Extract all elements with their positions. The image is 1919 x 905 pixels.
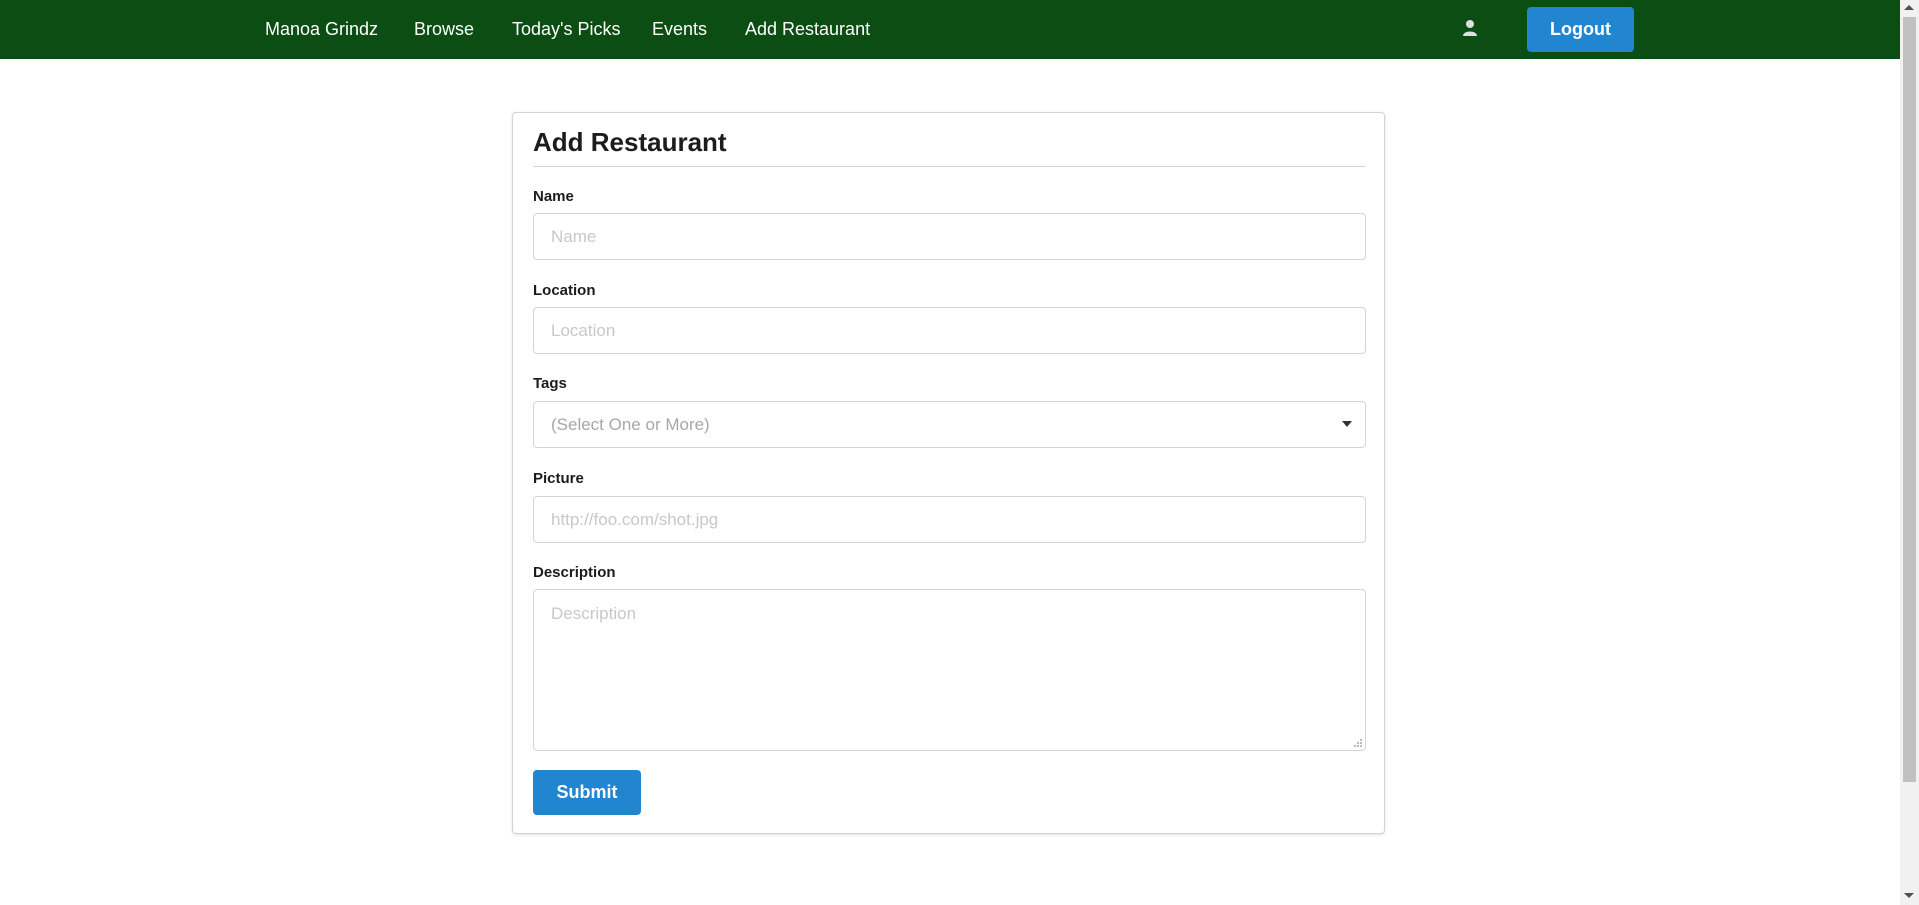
nav-events[interactable]: Events — [652, 0, 707, 59]
add-restaurant-form: Add Restaurant Name Location Tags (Selec… — [512, 112, 1385, 834]
scroll-up-icon[interactable] — [1904, 5, 1914, 10]
logout-button[interactable]: Logout — [1527, 7, 1634, 52]
title-divider — [533, 166, 1366, 167]
nav-browse[interactable]: Browse — [414, 0, 474, 59]
description-label: Description — [533, 564, 616, 581]
tags-dropdown[interactable]: (Select One or More) — [533, 401, 1366, 448]
top-navbar: Manoa Grindz Browse Today's Picks Events… — [0, 0, 1900, 59]
tags-label: Tags — [533, 375, 567, 392]
nav-add-restaurant[interactable]: Add Restaurant — [745, 0, 870, 59]
nav-todays-picks[interactable]: Today's Picks — [512, 0, 620, 59]
name-input[interactable] — [533, 213, 1366, 260]
description-textarea[interactable] — [533, 589, 1366, 751]
user-icon[interactable] — [1462, 19, 1478, 37]
dropdown-caret-icon — [1342, 421, 1352, 427]
location-label: Location — [533, 282, 596, 299]
name-label: Name — [533, 188, 574, 205]
submit-button[interactable]: Submit — [533, 770, 641, 815]
nav-home-manoa-grindz[interactable]: Manoa Grindz — [265, 0, 378, 59]
location-input[interactable] — [533, 307, 1366, 354]
resize-handle-icon[interactable] — [1353, 738, 1362, 747]
scrollbar-thumb[interactable] — [1903, 17, 1916, 782]
picture-label: Picture — [533, 470, 584, 487]
scroll-down-icon[interactable] — [1904, 893, 1914, 898]
page-scrollbar[interactable] — [1900, 0, 1919, 905]
picture-url-input[interactable] — [533, 496, 1366, 543]
form-title: Add Restaurant — [533, 127, 727, 157]
tags-placeholder: (Select One or More) — [551, 415, 710, 434]
